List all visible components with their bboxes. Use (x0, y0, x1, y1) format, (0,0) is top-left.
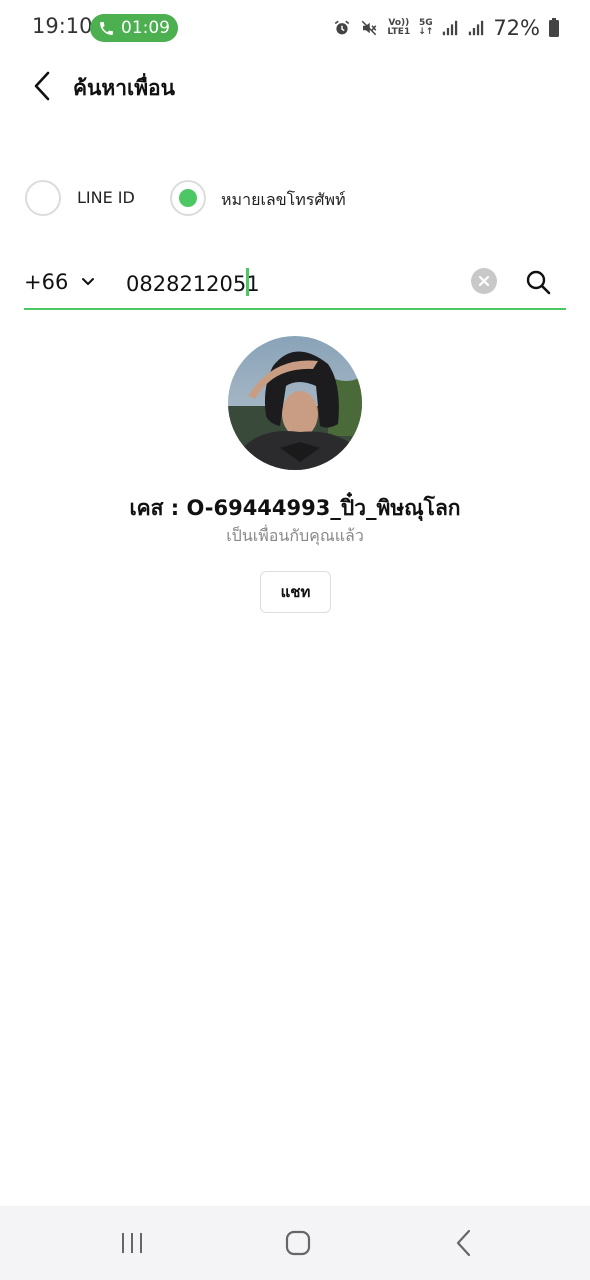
home-button[interactable] (281, 1228, 315, 1258)
5g-icon: 5G ↓↑ (418, 18, 434, 37)
call-timer: 01:09 (121, 18, 170, 38)
status-bar: 19:10 01:09 Vo)) LTE1 5G ↓↑ 72% (0, 0, 590, 56)
status-icons: Vo)) LTE1 5G ↓↑ 72% (333, 14, 560, 42)
phone-icon (100, 21, 113, 35)
battery-icon (549, 18, 559, 37)
back-icon (456, 1229, 471, 1257)
search-icon[interactable] (524, 268, 552, 296)
radio-phone-number[interactable] (170, 180, 206, 216)
country-code-selector[interactable]: +66 (24, 270, 68, 294)
nav-bar (0, 1206, 590, 1280)
avatar[interactable] (228, 336, 362, 470)
phone-search-field: +66 (24, 262, 566, 310)
profile-photo (228, 336, 362, 470)
header: ค้นหาเพื่อน (0, 56, 590, 116)
chevron-left-icon (34, 71, 50, 101)
volte-icon: Vo)) LTE1 (387, 18, 411, 37)
clear-button[interactable] (471, 268, 497, 294)
close-icon (478, 275, 490, 287)
recent-apps-icon (122, 1233, 142, 1253)
chevron-down-icon[interactable] (80, 274, 96, 290)
radio-phone-number-label[interactable]: หมายเลขโทรศัพท์ (221, 188, 346, 213)
text-caret (246, 268, 249, 296)
status-time: 19:10 (32, 14, 93, 38)
mute-icon (362, 20, 377, 36)
back-button[interactable] (24, 68, 60, 104)
result-friend-status: เป็นเพื่อนกับคุณแล้ว (226, 526, 364, 545)
signal-icon (443, 20, 458, 36)
radio-line-id-label[interactable]: LINE ID (77, 188, 135, 207)
radio-line-id[interactable] (25, 180, 61, 216)
chat-button[interactable]: แชท (260, 571, 331, 613)
system-back-button[interactable] (447, 1228, 481, 1258)
page-title: ค้นหาเพื่อน (73, 76, 176, 100)
alarm-icon (335, 20, 350, 35)
ongoing-call-pill[interactable]: 01:09 (90, 14, 178, 42)
recent-apps-button[interactable] (115, 1228, 149, 1258)
result-name: เคส : O-69444993_ปิ๋ว_พิษณุโลก (129, 496, 461, 520)
search-type-radio-group: LINE ID หมายเลขโทรศัพท์ (0, 178, 590, 218)
home-icon (285, 1230, 311, 1256)
signal-icon (469, 20, 484, 36)
phone-number-input[interactable] (126, 266, 466, 302)
battery-percent: 72% (493, 16, 540, 40)
